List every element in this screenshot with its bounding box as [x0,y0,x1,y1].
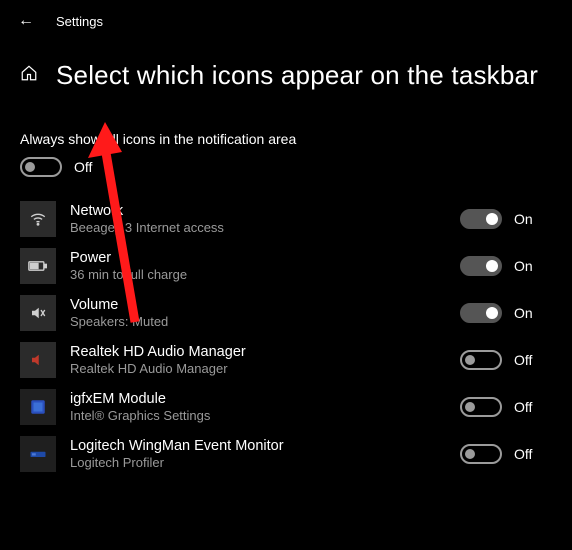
header-bar: ← Settings [0,0,572,36]
item-title: Power [70,250,446,266]
gfx-icon [20,389,56,425]
icon-list-item: igfxEM ModuleIntel® Graphics Settings Off [20,389,552,425]
title-row: Select which icons appear on the taskbar [0,36,572,101]
item-toggle-state: Off [514,446,532,462]
item-subtitle: 36 min to full charge [70,267,446,282]
item-text: Realtek HD Audio ManagerRealtek HD Audio… [70,344,446,376]
home-icon[interactable] [20,64,38,87]
content-section: Always show all icons in the notificatio… [0,101,572,472]
audio-icon [20,342,56,378]
item-toggle[interactable] [460,209,502,229]
item-subtitle: Realtek HD Audio Manager [70,361,446,376]
master-toggle[interactable] [20,157,62,177]
item-title: Volume [70,297,446,313]
page-title: Select which icons appear on the taskbar [56,60,538,91]
item-toggle-state: On [514,211,533,227]
item-toggle[interactable] [460,256,502,276]
master-toggle-state: Off [74,159,92,175]
icon-list-item: Power36 min to full charge On [20,248,552,284]
item-toggle-state: On [514,258,533,274]
icon-list: NetworkBeeagey 3 Internet accessOnPower3… [20,201,552,472]
item-text: VolumeSpeakers: Muted [70,297,446,329]
back-icon[interactable]: ← [18,12,34,30]
item-subtitle: Beeagey 3 Internet access [70,220,446,235]
icon-list-item: NetworkBeeagey 3 Internet access On [20,201,552,237]
item-title: Logitech WingMan Event Monitor [70,438,446,454]
item-toggle-state: On [514,305,533,321]
item-toggle-group: On [460,256,552,276]
item-toggle-group: On [460,209,552,229]
item-text: NetworkBeeagey 3 Internet access [70,203,446,235]
item-toggle-state: Off [514,352,532,368]
item-toggle-group: Off [460,444,552,464]
item-toggle-state: Off [514,399,532,415]
item-title: Realtek HD Audio Manager [70,344,446,360]
wifi-icon [20,201,56,237]
item-toggle-group: Off [460,350,552,370]
item-toggle-group: On [460,303,552,323]
volume-icon [20,295,56,331]
item-toggle[interactable] [460,350,502,370]
item-text: Power36 min to full charge [70,250,446,282]
item-toggle-group: Off [460,397,552,417]
icon-list-item: VolumeSpeakers: Muted On [20,295,552,331]
battery-icon [20,248,56,284]
item-toggle[interactable] [460,444,502,464]
item-text: igfxEM ModuleIntel® Graphics Settings [70,391,446,423]
item-text: Logitech WingMan Event MonitorLogitech P… [70,438,446,470]
item-toggle[interactable] [460,303,502,323]
item-title: Network [70,203,446,219]
item-title: igfxEM Module [70,391,446,407]
master-toggle-label: Always show all icons in the notificatio… [20,131,552,147]
item-toggle[interactable] [460,397,502,417]
item-subtitle: Logitech Profiler [70,455,446,470]
master-toggle-row: Off [20,157,552,177]
icon-list-item: Realtek HD Audio ManagerRealtek HD Audio… [20,342,552,378]
icon-list-item: Logitech WingMan Event MonitorLogitech P… [20,436,552,472]
item-subtitle: Intel® Graphics Settings [70,408,446,423]
item-subtitle: Speakers: Muted [70,314,446,329]
settings-label: Settings [56,14,103,29]
logi-icon [20,436,56,472]
